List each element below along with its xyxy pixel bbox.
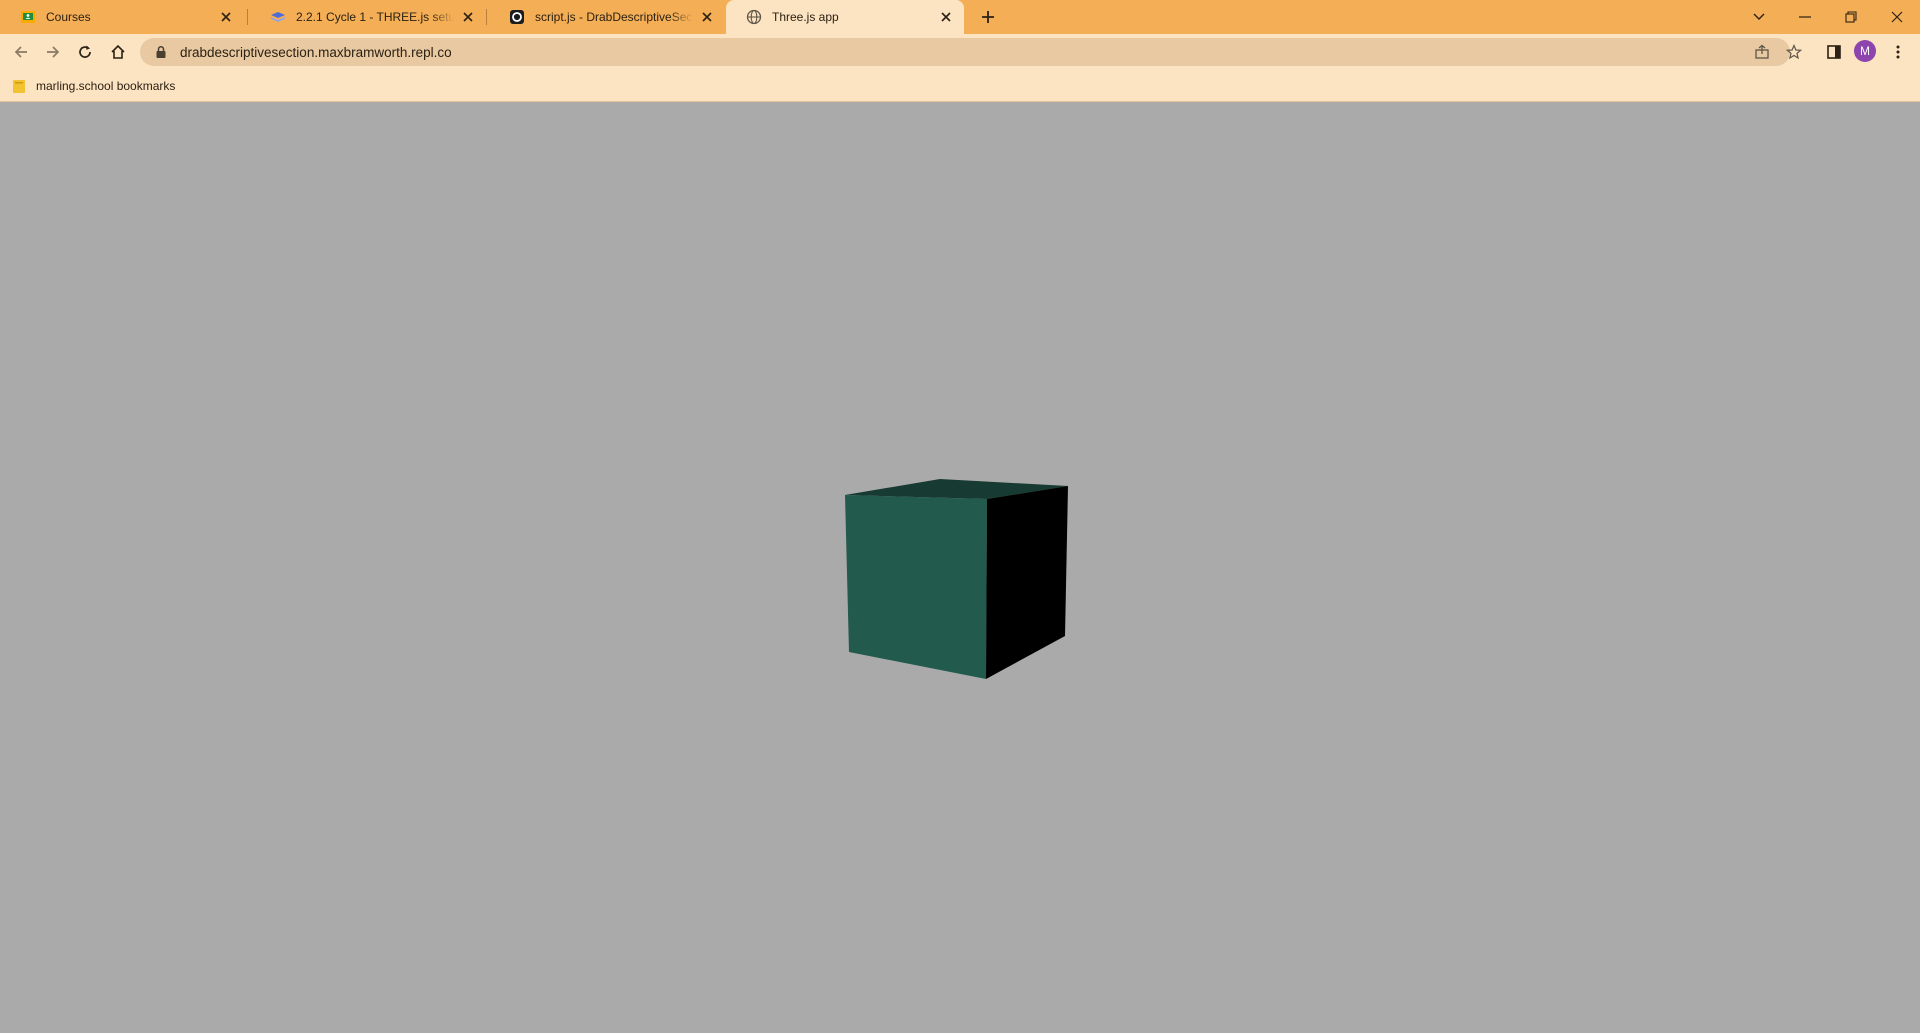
forward-button[interactable]: [39, 38, 67, 66]
close-icon[interactable]: [699, 9, 715, 25]
close-window-button[interactable]: [1874, 0, 1920, 34]
close-icon[interactable]: [218, 9, 234, 25]
toolbar: drabdescriptivesection.maxbramworth.repl…: [0, 34, 1920, 70]
three-scene: [845, 479, 1068, 679]
replit-icon: [510, 10, 524, 24]
bookmarks-bar: marling.school bookmarks: [0, 70, 1920, 102]
restore-button[interactable]: [1828, 0, 1874, 34]
minimize-icon: [1799, 16, 1811, 18]
profile-avatar[interactable]: M: [1854, 40, 1876, 62]
reload-icon: [79, 45, 91, 58]
reload-button[interactable]: [71, 38, 99, 66]
tab-title: Courses: [46, 10, 91, 24]
close-icon: [1891, 11, 1903, 23]
tab-title: script.js - DrabDescriptiveSection: [535, 10, 693, 24]
close-icon[interactable]: [460, 9, 476, 25]
plus-icon: [982, 11, 994, 23]
tab-title: 2.2.1 Cycle 1 - THREE.js setup - M: [296, 10, 454, 24]
home-icon: [111, 44, 125, 59]
stack-layers-icon: [270, 12, 286, 22]
menu-button[interactable]: [1884, 38, 1912, 66]
side-panel-button[interactable]: [1820, 38, 1848, 66]
more-vert-icon: [1896, 45, 1900, 59]
cube-front-face: [845, 495, 987, 679]
bookmark-label: marling.school bookmarks: [36, 79, 176, 93]
bookmark-folder[interactable]: marling.school bookmarks: [12, 77, 175, 95]
arrow-left-icon: [14, 46, 27, 58]
tab-replit-script[interactable]: script.js - DrabDescriptiveSection: [489, 0, 725, 34]
tab-separator: [486, 9, 487, 25]
tab-strip: Courses 2.2.1 Cycle 1 - THREE.js setup -…: [0, 0, 1920, 34]
new-tab-button[interactable]: [976, 5, 1000, 29]
lock-icon[interactable]: [154, 45, 168, 59]
tab-separator: [247, 9, 248, 25]
tab-courses[interactable]: Courses: [0, 0, 244, 34]
home-button[interactable]: [104, 38, 132, 66]
url-text[interactable]: drabdescriptivesection.maxbramworth.repl…: [180, 45, 452, 60]
arrow-right-icon: [47, 46, 60, 58]
back-button[interactable]: [7, 38, 35, 66]
folder-icon: [13, 80, 25, 93]
tab-threejs-setup[interactable]: 2.2.1 Cycle 1 - THREE.js setup - M: [250, 0, 486, 34]
tab-title: Three.js app: [772, 10, 839, 24]
star-icon[interactable]: [1786, 44, 1802, 60]
google-classroom-icon: [21, 11, 35, 23]
side-panel-icon: [1827, 45, 1841, 59]
browser-window: Courses 2.2.1 Cycle 1 - THREE.js setup -…: [0, 0, 1920, 1033]
chevron-down-icon: [1753, 13, 1765, 20]
address-bar[interactable]: drabdescriptivesection.maxbramworth.repl…: [140, 38, 1802, 66]
share-icon[interactable]: [1754, 44, 1770, 60]
tab-threejs-app[interactable]: Three.js app: [726, 0, 964, 34]
webgl-canvas[interactable]: [0, 102, 1920, 1033]
globe-icon: [746, 9, 762, 25]
restore-icon: [1845, 11, 1857, 23]
minimize-button[interactable]: [1782, 0, 1828, 34]
tab-search-button[interactable]: [1736, 0, 1782, 34]
close-icon[interactable]: [938, 9, 954, 25]
cube-side-face: [986, 486, 1068, 679]
